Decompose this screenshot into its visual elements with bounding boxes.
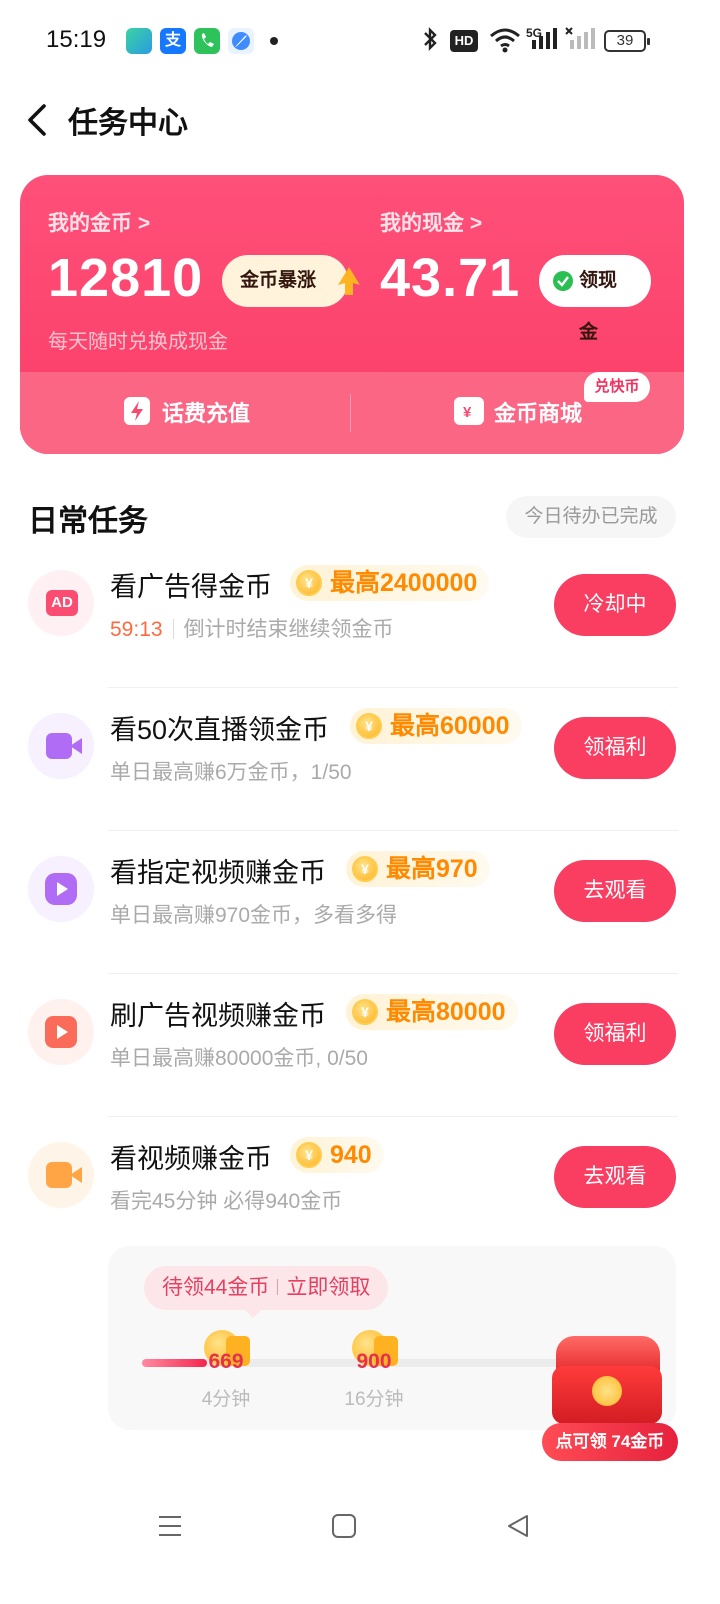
wifi-icon (490, 28, 520, 53)
task-reward: ¥ 最高2400000 (290, 565, 490, 601)
task-reward: ¥ 最高60000 (350, 708, 522, 744)
menu-icon[interactable] (156, 1512, 184, 1540)
system-nav-bar (0, 1490, 720, 1604)
back-icon[interactable] (504, 1512, 532, 1540)
task-row: 刷广告视频赚金币 ¥ 最高80000 单日最高赚80000金币, 0/50 领福利 (0, 974, 720, 1117)
status-time: 15:19 (46, 26, 107, 53)
bluetooth-icon (424, 27, 437, 51)
exchange-hint: 每天随时兑换成现金 (48, 331, 228, 353)
task-desc: 单日最高赚970金币，多看多得 (110, 904, 398, 927)
task-name: 看广告得金币 (110, 572, 272, 602)
my-cash-link[interactable]: 我的现金 > (380, 207, 482, 237)
daily-tasks-title: 日常任务 (28, 505, 148, 538)
countdown-text: 59:13 (110, 618, 163, 641)
reward-node[interactable]: 900 (344, 1330, 404, 1380)
phone-icon (194, 28, 220, 54)
claim-now-link[interactable]: 立即领取 (286, 1276, 370, 1299)
task-name: 看视频赚金币 (110, 1144, 272, 1174)
task-row: 看视频赚金币 ¥940 看完45分钟 必得940金币 去观看 (0, 1117, 720, 1260)
coin-icon: ¥ (296, 570, 322, 596)
task-name: 看50次直播领金币 (110, 715, 330, 745)
daily-status-badge: 今日待办已完成 (506, 496, 676, 538)
coupon-glyph: ¥ (463, 404, 472, 421)
task-name: 刷广告视频赚金币 (110, 1001, 326, 1031)
cellular-5g-icon: 5G (526, 26, 557, 49)
task-desc-text: 倒计时结束继续领金币 (183, 618, 394, 641)
ad-icon: AD (28, 570, 94, 636)
node-minutes: 4分钟 (201, 1389, 251, 1410)
back-arrow-icon[interactable] (22, 100, 52, 140)
reward-text: 940 (330, 1141, 372, 1169)
coin-mall-button[interactable]: 金币商城 (494, 396, 582, 428)
reward-text: 最高970 (386, 855, 478, 883)
play-video-icon (28, 856, 94, 922)
treasure-chest-icon[interactable] (548, 1330, 668, 1430)
phone-recharge-button[interactable]: 话费充值 (162, 396, 250, 428)
node-minutes: 16分钟 (344, 1389, 404, 1410)
reward-text: 最高60000 (390, 712, 510, 740)
task-row: 看50次直播领金币 ¥ 最高60000 单日最高赚6万金币，1/50 领福利 (0, 688, 720, 831)
reward-node[interactable]: 669 (196, 1330, 256, 1380)
node-value: 669 (208, 1350, 244, 1373)
browser-icon (228, 28, 254, 54)
task-desc: 单日最高赚80000金币, 0/50 (110, 1047, 368, 1070)
lightning-icon (124, 397, 150, 425)
task-desc: 单日最高赚6万金币，1/50 (110, 761, 352, 784)
status-bar: 15:19 支 HD 5G 39 (0, 0, 720, 80)
reward-text: 最高80000 (386, 998, 506, 1026)
coin-icon: ¥ (356, 713, 382, 739)
claim-benefit-button[interactable]: 领福利 (554, 717, 676, 779)
cellular-no-signal-icon (565, 27, 595, 49)
page-title: 任务中心 (68, 107, 188, 140)
notification-dot-icon (270, 37, 278, 45)
claim-bubble[interactable]: 待领44金币 立即领取 (144, 1266, 389, 1310)
pending-coins-text: 待领44金币 (162, 1276, 270, 1299)
watch-button[interactable]: 去观看 (554, 1146, 676, 1208)
actions-divider (350, 394, 351, 432)
task-reward: ¥940 (290, 1137, 384, 1173)
page-header: 任务中心 (0, 90, 720, 150)
node-value: 900 (356, 1350, 392, 1373)
reward-text: 最高2400000 (330, 569, 478, 597)
wechat-check-icon (553, 271, 573, 291)
cooldown-button[interactable]: 冷却中 (554, 574, 676, 636)
video-camera-icon (28, 1142, 94, 1208)
coin-icon: ¥ (352, 999, 378, 1025)
home-icon[interactable] (330, 1512, 358, 1540)
task-reward: ¥ 最高80000 (346, 994, 518, 1030)
task-reward: ¥ 最高970 (346, 851, 490, 887)
cash-value[interactable]: 43.71 (380, 247, 520, 309)
claim-benefit-button[interactable]: 领福利 (554, 1003, 676, 1065)
battery-indicator: 39 (604, 30, 650, 52)
watch-button[interactable]: 去观看 (554, 860, 676, 922)
hd-icon: HD (450, 30, 478, 52)
rising-arrow-icon (338, 267, 360, 295)
coin-boom-button[interactable]: 金币暴涨 (222, 255, 348, 307)
coins-value[interactable]: 12810 (48, 247, 203, 309)
task-name: 看指定视频赚金币 (110, 858, 326, 888)
chest-claim-button[interactable]: 点可领 74金币 (542, 1423, 678, 1461)
live-camera-icon (28, 713, 94, 779)
signal-app-icon (126, 28, 152, 54)
coin-icon: ¥ (296, 1142, 322, 1168)
task-row: 看指定视频赚金币 ¥ 最高970 单日最高赚970金币，多看多得 去观看 (0, 831, 720, 974)
task-row: AD 看广告得金币 ¥ 最高2400000 59:13 倒计时结束继续领金币 冷却中 (0, 545, 720, 688)
alipay-icon: 支 (160, 28, 186, 54)
task-desc: 看完45分钟 必得940金币 (110, 1190, 343, 1213)
coupon-icon: ¥ (454, 397, 484, 425)
ad-video-icon (28, 999, 94, 1065)
task-desc: 59:13 倒计时结束继续领金币 (110, 613, 394, 643)
coin-icon: ¥ (352, 856, 378, 882)
my-coins-link[interactable]: 我的金币 > (48, 207, 150, 237)
mall-tag-badge: 兑快币 (584, 372, 650, 402)
wallet-card: 我的金币 > 12810 金币暴涨 我的现金 > 43.71 领现金 每天随时兑… (20, 175, 684, 454)
wallet-summary: 我的金币 > 12810 金币暴涨 我的现金 > 43.71 领现金 每天随时兑… (20, 175, 684, 372)
